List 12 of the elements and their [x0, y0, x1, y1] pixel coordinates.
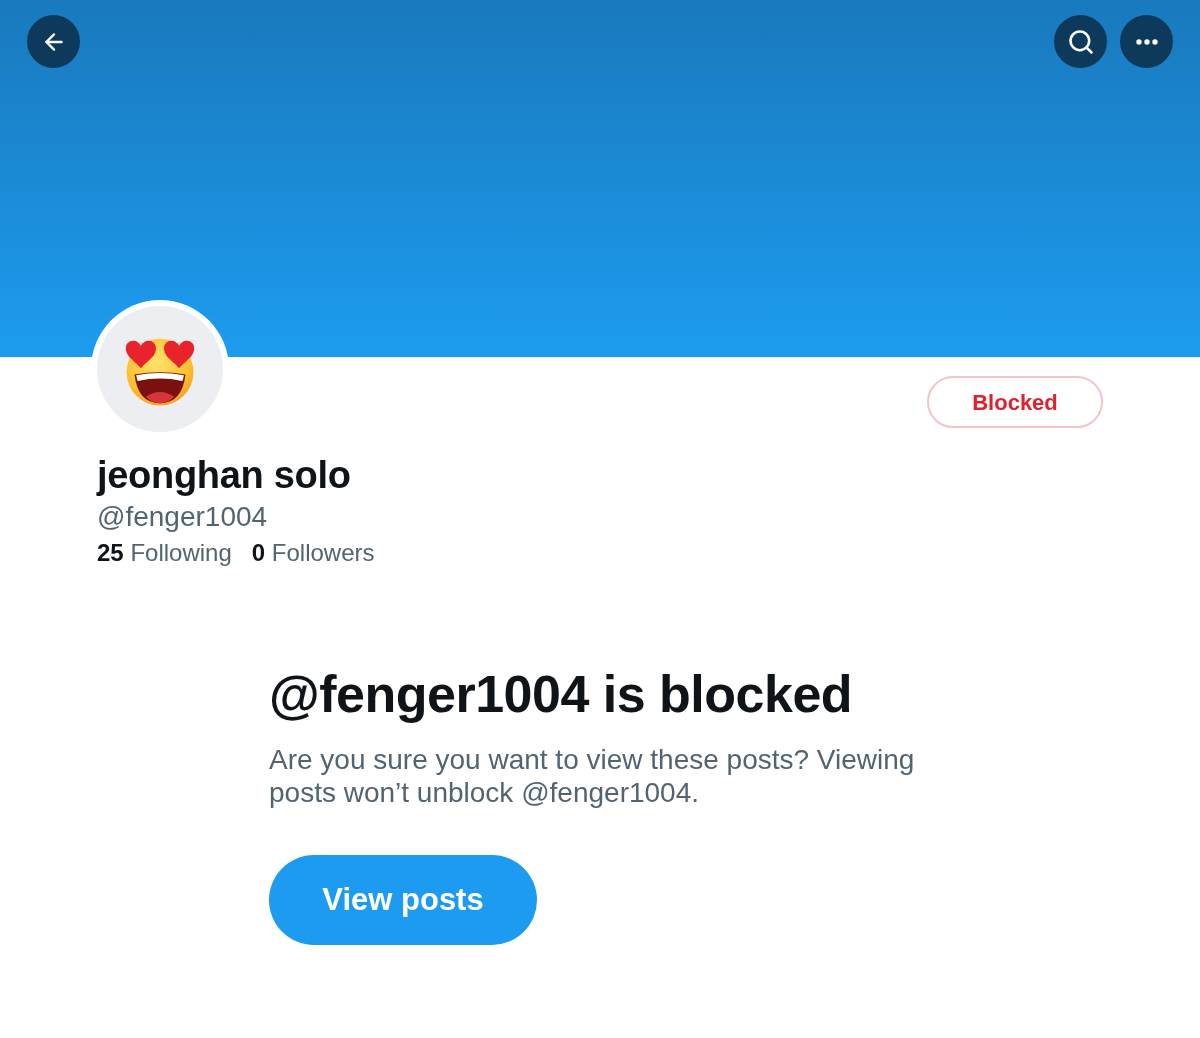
blocked-button[interactable]: Blocked — [927, 376, 1103, 428]
stat-link[interactable]: 0 Followers — [251, 538, 375, 568]
more-options-button[interactable] — [1120, 15, 1173, 68]
more-options-icon — [1135, 38, 1158, 45]
blocked-message: Are you sure you want to view these posts? Viewing posts won’t unblock @fenger1004. — [269, 743, 916, 809]
search-icon — [1066, 27, 1095, 56]
back-button[interactable] — [27, 15, 80, 68]
stat-link[interactable]: 25 Following — [97, 538, 232, 568]
username: @fenger1004 — [97, 500, 268, 534]
display-name: jeonghan solo — [97, 453, 351, 497]
search-button[interactable] — [1054, 15, 1107, 68]
blocked-heading: @fenger1004 is blocked — [269, 664, 853, 724]
